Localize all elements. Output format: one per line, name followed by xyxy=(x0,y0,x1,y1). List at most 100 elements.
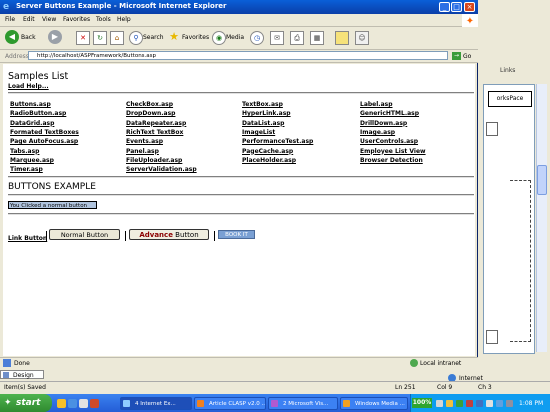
go-button[interactable]: Go xyxy=(463,53,471,60)
page-scrollbar[interactable] xyxy=(476,64,478,356)
sample-link[interactable]: Browser Detection xyxy=(360,157,423,164)
media-task-icon xyxy=(343,400,350,407)
sample-link[interactable]: TextBox.asp xyxy=(242,101,283,108)
media-icon[interactable]: ◉ xyxy=(212,31,226,45)
messenger-icon[interactable]: ☺ xyxy=(355,31,369,45)
quicklaunch-ie-icon[interactable] xyxy=(68,399,77,408)
sample-link[interactable]: Page AutoFocus.asp xyxy=(10,138,78,145)
sample-link[interactable]: DataList.asp xyxy=(242,120,284,127)
address-label: Address xyxy=(5,53,29,60)
print-icon[interactable]: ⎙ xyxy=(290,31,304,45)
sample-link[interactable]: Events.asp xyxy=(126,138,163,145)
advance-button[interactable]: Advance Button xyxy=(129,229,209,240)
designer-scrollbar-thumb[interactable] xyxy=(537,165,547,195)
sample-link[interactable]: PerformanceTest.asp xyxy=(242,138,313,145)
address-input[interactable]: http://localhost/ASPFramework/Buttons.as… xyxy=(28,51,448,60)
tray-icon[interactable] xyxy=(436,400,443,407)
quicklaunch-explorer-icon[interactable] xyxy=(57,399,66,408)
sample-link[interactable]: Panel.asp xyxy=(126,148,159,155)
designer-control-marker xyxy=(486,330,498,344)
sample-link[interactable]: Label.asp xyxy=(360,101,393,108)
tray-icon[interactable] xyxy=(486,400,493,407)
sample-link[interactable]: ImageList xyxy=(242,129,275,136)
sample-link[interactable]: FileUploader.asp xyxy=(126,157,182,164)
favorites-button[interactable]: Favorites xyxy=(182,34,209,41)
sample-link[interactable]: HyperLink.asp xyxy=(242,110,291,117)
divider xyxy=(8,213,474,215)
links-toolbar-label[interactable]: Links xyxy=(500,67,515,74)
back-button[interactable]: Back xyxy=(21,34,36,41)
sample-link[interactable]: Tabs.asp xyxy=(10,148,39,155)
tray-icon[interactable] xyxy=(446,400,453,407)
menu-help[interactable]: Help xyxy=(117,16,131,23)
menu-file[interactable]: File xyxy=(5,16,15,23)
designer-dashed-region xyxy=(510,180,531,342)
search-icon[interactable]: ⚲ xyxy=(129,31,143,45)
home-icon[interactable]: ⌂ xyxy=(110,31,124,45)
sample-link[interactable]: Formated TextBoxes xyxy=(10,129,79,136)
book-it-button[interactable]: BOOK IT xyxy=(218,230,255,239)
sample-link[interactable]: DataGrid.asp xyxy=(10,120,54,127)
sample-link[interactable]: PageCache.asp xyxy=(242,148,293,155)
tray-icon[interactable] xyxy=(466,400,473,407)
quicklaunch-desktop-icon[interactable] xyxy=(79,399,88,408)
taskbar-item-windows-media[interactable]: Windows Media ... xyxy=(340,397,408,410)
folder-icon[interactable] xyxy=(335,31,349,45)
menu-tools[interactable]: Tools xyxy=(96,16,111,23)
tray-icon[interactable] xyxy=(476,400,483,407)
page-done-icon xyxy=(3,359,11,367)
ide-char-number: Ch 3 xyxy=(478,384,492,391)
search-button[interactable]: Search xyxy=(143,34,164,41)
maximize-button[interactable]: □ xyxy=(451,2,462,12)
sample-link[interactable]: DrillDown.asp xyxy=(360,120,407,127)
sample-link[interactable]: UserControls.asp xyxy=(360,138,418,145)
refresh-icon[interactable]: ↻ xyxy=(93,31,107,45)
history-icon[interactable]: ◷ xyxy=(250,31,264,45)
sample-link[interactable]: Employee List View xyxy=(360,148,426,155)
minimize-button[interactable]: _ xyxy=(439,2,450,12)
sample-link[interactable]: Buttons.asp xyxy=(10,101,51,108)
back-icon[interactable]: ◀ xyxy=(5,30,19,44)
taskbar-item-internet-explorer[interactable]: 4 Internet Ex... xyxy=(120,397,192,410)
taskbar-item-visual-studio[interactable]: 2 Microsoft Vis... xyxy=(268,397,338,410)
go-icon[interactable]: → xyxy=(452,52,461,60)
ie-status-bar xyxy=(0,357,478,370)
designer-frame-tab[interactable]: orksPace xyxy=(488,91,532,107)
menu-view[interactable]: View xyxy=(42,16,56,23)
sample-link[interactable]: RichText TextBox xyxy=(126,129,183,136)
normal-button[interactable]: Normal Button xyxy=(49,229,120,240)
media-button[interactable]: Media xyxy=(226,34,244,41)
favorites-icon[interactable]: ★ xyxy=(168,31,180,43)
speaker-icon[interactable] xyxy=(506,400,513,407)
sample-link[interactable]: DataRepeater.asp xyxy=(126,120,186,127)
edit-icon[interactable]: ▦ xyxy=(310,31,324,45)
menu-edit[interactable]: Edit xyxy=(23,16,35,23)
sample-link[interactable]: Image.asp xyxy=(360,129,395,136)
tray-icon[interactable] xyxy=(456,400,463,407)
designer-scrollbar[interactable] xyxy=(536,84,547,352)
menu-favorites[interactable]: Favorites xyxy=(63,16,90,23)
quicklaunch-app-icon[interactable] xyxy=(90,399,99,408)
sample-link[interactable]: DropDown.asp xyxy=(126,110,175,117)
click-status-label: You Clicked a normal button xyxy=(8,201,97,209)
sample-link[interactable]: PlaceHolder.asp xyxy=(242,157,296,164)
intranet-zone-icon xyxy=(410,359,418,367)
samples-list-title: Samples List xyxy=(8,71,69,82)
tray-icon[interactable] xyxy=(496,400,503,407)
tray-percent-indicator[interactable]: 100% xyxy=(412,398,432,408)
sample-link[interactable]: Timer.asp xyxy=(10,166,43,173)
close-button[interactable]: × xyxy=(464,2,475,12)
link-button[interactable]: Link Button xyxy=(8,235,47,242)
sample-link[interactable]: RadioButton.asp xyxy=(10,110,66,117)
divider xyxy=(8,176,474,178)
sample-link[interactable]: ServerValidation.asp xyxy=(126,166,197,173)
sample-link[interactable]: GenericHTML.asp xyxy=(360,110,419,117)
forward-icon[interactable]: ▶ xyxy=(48,30,62,44)
sample-link[interactable]: CheckBox.asp xyxy=(126,101,173,108)
ide-column-number: Col 9 xyxy=(437,384,453,391)
load-help-link[interactable]: Load Help... xyxy=(8,83,49,90)
taskbar-item-article[interactable]: Article CLASP v2.0 ... xyxy=(194,397,266,410)
sample-link[interactable]: Marquee.asp xyxy=(10,157,54,164)
mail-icon[interactable]: ✉ xyxy=(270,31,284,45)
stop-icon[interactable]: ✕ xyxy=(76,31,90,45)
